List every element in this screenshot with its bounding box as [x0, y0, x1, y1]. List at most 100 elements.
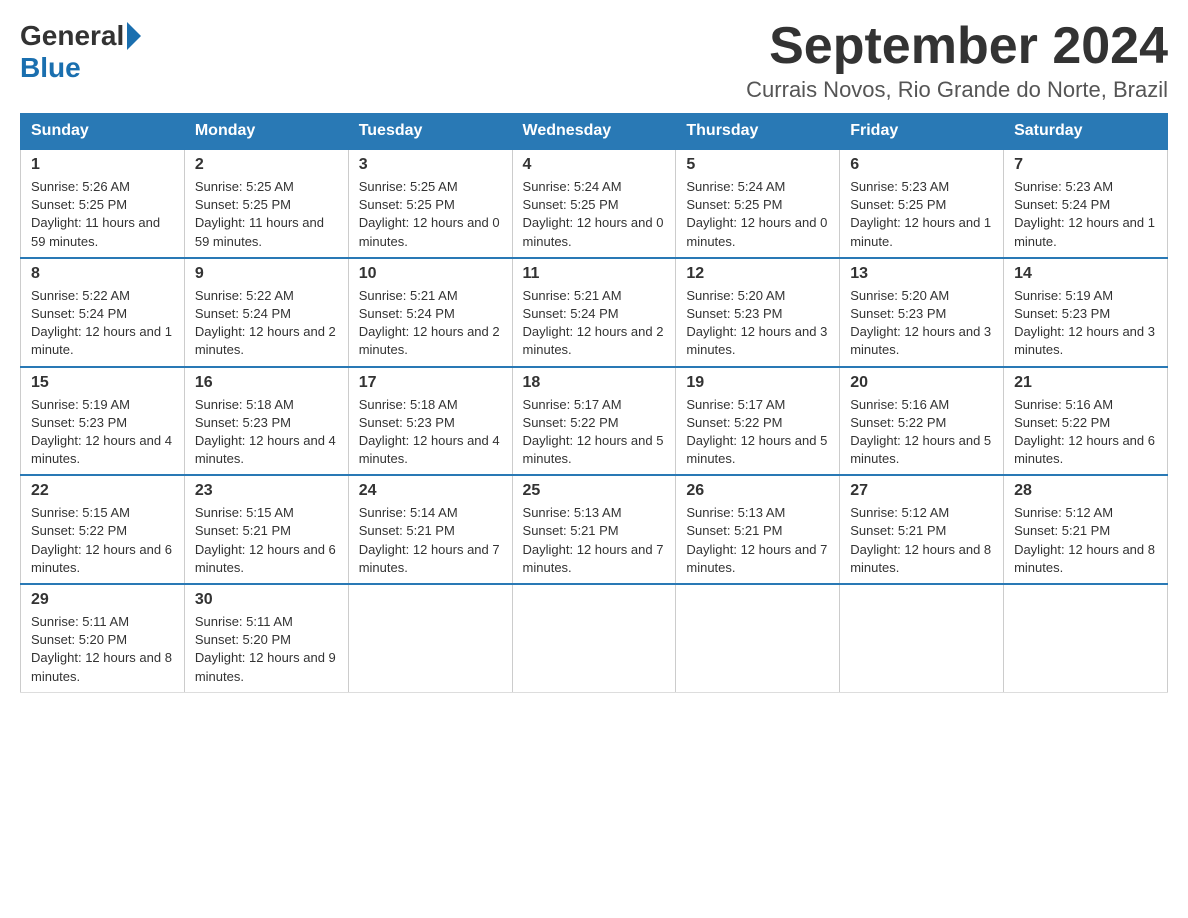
day-number: 8: [31, 265, 174, 283]
day-number: 15: [31, 374, 174, 392]
day-info: Sunrise: 5:12 AMSunset: 5:21 PMDaylight:…: [850, 504, 993, 577]
title-area: September 2024 Currais Novos, Rio Grande…: [746, 20, 1168, 103]
day-cell-15: 15 Sunrise: 5:19 AMSunset: 5:23 PMDaylig…: [21, 367, 185, 476]
day-cell-8: 8 Sunrise: 5:22 AMSunset: 5:24 PMDayligh…: [21, 258, 185, 367]
day-cell-23: 23 Sunrise: 5:15 AMSunset: 5:21 PMDaylig…: [184, 475, 348, 584]
day-cell-29: 29 Sunrise: 5:11 AMSunset: 5:20 PMDaylig…: [21, 584, 185, 692]
header-monday: Monday: [184, 114, 348, 150]
day-info: Sunrise: 5:12 AMSunset: 5:21 PMDaylight:…: [1014, 504, 1157, 577]
day-cell-5: 5 Sunrise: 5:24 AMSunset: 5:25 PMDayligh…: [676, 149, 840, 258]
day-info: Sunrise: 5:21 AMSunset: 5:24 PMDaylight:…: [359, 287, 502, 360]
day-info: Sunrise: 5:24 AMSunset: 5:25 PMDaylight:…: [523, 178, 666, 251]
day-info: Sunrise: 5:18 AMSunset: 5:23 PMDaylight:…: [359, 396, 502, 469]
day-number: 5: [686, 156, 829, 174]
header-sunday: Sunday: [21, 114, 185, 150]
day-number: 13: [850, 265, 993, 283]
day-info: Sunrise: 5:19 AMSunset: 5:23 PMDaylight:…: [1014, 287, 1157, 360]
day-info: Sunrise: 5:23 AMSunset: 5:24 PMDaylight:…: [1014, 178, 1157, 251]
day-info: Sunrise: 5:17 AMSunset: 5:22 PMDaylight:…: [686, 396, 829, 469]
day-cell-9: 9 Sunrise: 5:22 AMSunset: 5:24 PMDayligh…: [184, 258, 348, 367]
day-info: Sunrise: 5:22 AMSunset: 5:24 PMDaylight:…: [195, 287, 338, 360]
day-cell-4: 4 Sunrise: 5:24 AMSunset: 5:25 PMDayligh…: [512, 149, 676, 258]
day-info: Sunrise: 5:13 AMSunset: 5:21 PMDaylight:…: [686, 504, 829, 577]
day-info: Sunrise: 5:15 AMSunset: 5:22 PMDaylight:…: [31, 504, 174, 577]
day-number: 16: [195, 374, 338, 392]
empty-cell-4-4: [676, 584, 840, 692]
day-info: Sunrise: 5:16 AMSunset: 5:22 PMDaylight:…: [850, 396, 993, 469]
day-number: 18: [523, 374, 666, 392]
logo: General Blue: [20, 20, 144, 84]
header-saturday: Saturday: [1004, 114, 1168, 150]
day-cell-3: 3 Sunrise: 5:25 AMSunset: 5:25 PMDayligh…: [348, 149, 512, 258]
empty-cell-4-5: [840, 584, 1004, 692]
day-number: 3: [359, 156, 502, 174]
day-info: Sunrise: 5:11 AMSunset: 5:20 PMDaylight:…: [31, 613, 174, 686]
day-number: 26: [686, 482, 829, 500]
day-cell-26: 26 Sunrise: 5:13 AMSunset: 5:21 PMDaylig…: [676, 475, 840, 584]
day-number: 9: [195, 265, 338, 283]
day-cell-16: 16 Sunrise: 5:18 AMSunset: 5:23 PMDaylig…: [184, 367, 348, 476]
day-info: Sunrise: 5:18 AMSunset: 5:23 PMDaylight:…: [195, 396, 338, 469]
day-cell-17: 17 Sunrise: 5:18 AMSunset: 5:23 PMDaylig…: [348, 367, 512, 476]
day-number: 20: [850, 374, 993, 392]
day-number: 24: [359, 482, 502, 500]
day-cell-12: 12 Sunrise: 5:20 AMSunset: 5:23 PMDaylig…: [676, 258, 840, 367]
week-row-3: 15 Sunrise: 5:19 AMSunset: 5:23 PMDaylig…: [21, 367, 1168, 476]
day-number: 30: [195, 591, 338, 609]
day-info: Sunrise: 5:25 AMSunset: 5:25 PMDaylight:…: [195, 178, 338, 251]
day-cell-6: 6 Sunrise: 5:23 AMSunset: 5:25 PMDayligh…: [840, 149, 1004, 258]
day-info: Sunrise: 5:14 AMSunset: 5:21 PMDaylight:…: [359, 504, 502, 577]
day-number: 21: [1014, 374, 1157, 392]
day-info: Sunrise: 5:13 AMSunset: 5:21 PMDaylight:…: [523, 504, 666, 577]
day-info: Sunrise: 5:22 AMSunset: 5:24 PMDaylight:…: [31, 287, 174, 360]
day-cell-24: 24 Sunrise: 5:14 AMSunset: 5:21 PMDaylig…: [348, 475, 512, 584]
day-info: Sunrise: 5:16 AMSunset: 5:22 PMDaylight:…: [1014, 396, 1157, 469]
day-info: Sunrise: 5:20 AMSunset: 5:23 PMDaylight:…: [850, 287, 993, 360]
day-cell-20: 20 Sunrise: 5:16 AMSunset: 5:22 PMDaylig…: [840, 367, 1004, 476]
empty-cell-4-2: [348, 584, 512, 692]
day-info: Sunrise: 5:17 AMSunset: 5:22 PMDaylight:…: [523, 396, 666, 469]
day-number: 29: [31, 591, 174, 609]
day-number: 17: [359, 374, 502, 392]
week-row-1: 1 Sunrise: 5:26 AMSunset: 5:25 PMDayligh…: [21, 149, 1168, 258]
day-number: 4: [523, 156, 666, 174]
day-number: 14: [1014, 265, 1157, 283]
empty-cell-4-3: [512, 584, 676, 692]
day-cell-10: 10 Sunrise: 5:21 AMSunset: 5:24 PMDaylig…: [348, 258, 512, 367]
logo-general-text: General: [20, 20, 124, 52]
header-wednesday: Wednesday: [512, 114, 676, 150]
weekday-header-row: SundayMondayTuesdayWednesdayThursdayFrid…: [21, 114, 1168, 150]
header-thursday: Thursday: [676, 114, 840, 150]
day-info: Sunrise: 5:24 AMSunset: 5:25 PMDaylight:…: [686, 178, 829, 251]
day-cell-11: 11 Sunrise: 5:21 AMSunset: 5:24 PMDaylig…: [512, 258, 676, 367]
day-info: Sunrise: 5:11 AMSunset: 5:20 PMDaylight:…: [195, 613, 338, 686]
day-number: 19: [686, 374, 829, 392]
empty-cell-4-6: [1004, 584, 1168, 692]
day-number: 28: [1014, 482, 1157, 500]
day-number: 2: [195, 156, 338, 174]
day-cell-22: 22 Sunrise: 5:15 AMSunset: 5:22 PMDaylig…: [21, 475, 185, 584]
month-title: September 2024: [746, 20, 1168, 72]
day-cell-1: 1 Sunrise: 5:26 AMSunset: 5:25 PMDayligh…: [21, 149, 185, 258]
day-info: Sunrise: 5:19 AMSunset: 5:23 PMDaylight:…: [31, 396, 174, 469]
day-cell-13: 13 Sunrise: 5:20 AMSunset: 5:23 PMDaylig…: [840, 258, 1004, 367]
logo-triangle-icon: [127, 22, 141, 50]
day-info: Sunrise: 5:21 AMSunset: 5:24 PMDaylight:…: [523, 287, 666, 360]
day-cell-25: 25 Sunrise: 5:13 AMSunset: 5:21 PMDaylig…: [512, 475, 676, 584]
day-number: 11: [523, 265, 666, 283]
day-number: 23: [195, 482, 338, 500]
day-cell-30: 30 Sunrise: 5:11 AMSunset: 5:20 PMDaylig…: [184, 584, 348, 692]
week-row-4: 22 Sunrise: 5:15 AMSunset: 5:22 PMDaylig…: [21, 475, 1168, 584]
day-number: 7: [1014, 156, 1157, 174]
day-number: 1: [31, 156, 174, 174]
day-number: 27: [850, 482, 993, 500]
day-number: 6: [850, 156, 993, 174]
day-number: 25: [523, 482, 666, 500]
logo-blue-text: Blue: [20, 52, 81, 83]
day-cell-14: 14 Sunrise: 5:19 AMSunset: 5:23 PMDaylig…: [1004, 258, 1168, 367]
day-info: Sunrise: 5:26 AMSunset: 5:25 PMDaylight:…: [31, 178, 174, 251]
calendar-table: SundayMondayTuesdayWednesdayThursdayFrid…: [20, 113, 1168, 693]
location-title: Currais Novos, Rio Grande do Norte, Braz…: [746, 77, 1168, 103]
day-number: 12: [686, 265, 829, 283]
day-number: 10: [359, 265, 502, 283]
